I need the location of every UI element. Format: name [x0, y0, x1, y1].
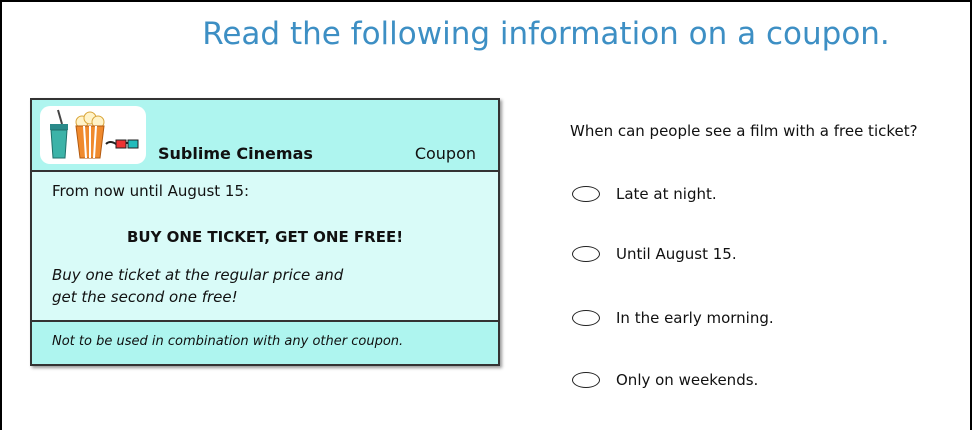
answer-option-2[interactable]: Until August 15. [572, 244, 737, 264]
answer-label: Late at night. [616, 185, 717, 203]
offer-description-line2: get the second one free! [52, 288, 238, 306]
answer-option-1[interactable]: Late at night. [572, 184, 717, 204]
3d-glasses-icon [105, 139, 139, 149]
offer-description-line1: Buy one ticket at the regular price and [52, 266, 344, 284]
drink-cup-icon [50, 109, 68, 159]
coupon-body: From now until August 15: BUY ONE TICKET… [32, 172, 498, 322]
page-frame: Read the following information on a coup… [0, 0, 972, 430]
answer-option-4[interactable]: Only on weekends. [572, 370, 758, 390]
answer-label: In the early morning. [616, 309, 774, 327]
offer-description: Buy one ticket at the regular price and … [52, 264, 412, 308]
page-title: Read the following information on a coup… [202, 16, 890, 52]
radio-button[interactable] [572, 246, 600, 262]
cinema-name: Sublime Cinemas [158, 144, 313, 163]
radio-button[interactable] [572, 186, 600, 202]
radio-button[interactable] [572, 372, 600, 388]
coupon-label: Coupon [414, 144, 476, 163]
coupon-card: Sublime Cinemas Coupon From now until Au… [30, 98, 500, 366]
answer-label: Until August 15. [616, 245, 737, 263]
offer-headline: BUY ONE TICKET, GET ONE FREE! [126, 228, 404, 246]
question-text: When can people see a film with a free t… [570, 122, 918, 140]
coupon-header: Sublime Cinemas Coupon [32, 100, 498, 172]
cinema-logo [40, 106, 146, 164]
answer-label: Only on weekends. [616, 371, 759, 389]
valid-dates: From now until August 15: [52, 182, 250, 200]
fine-print: Not to be used in combination with any o… [52, 334, 404, 349]
radio-button[interactable] [572, 310, 600, 326]
popcorn-icon [75, 111, 105, 159]
answer-option-3[interactable]: In the early morning. [572, 308, 774, 328]
